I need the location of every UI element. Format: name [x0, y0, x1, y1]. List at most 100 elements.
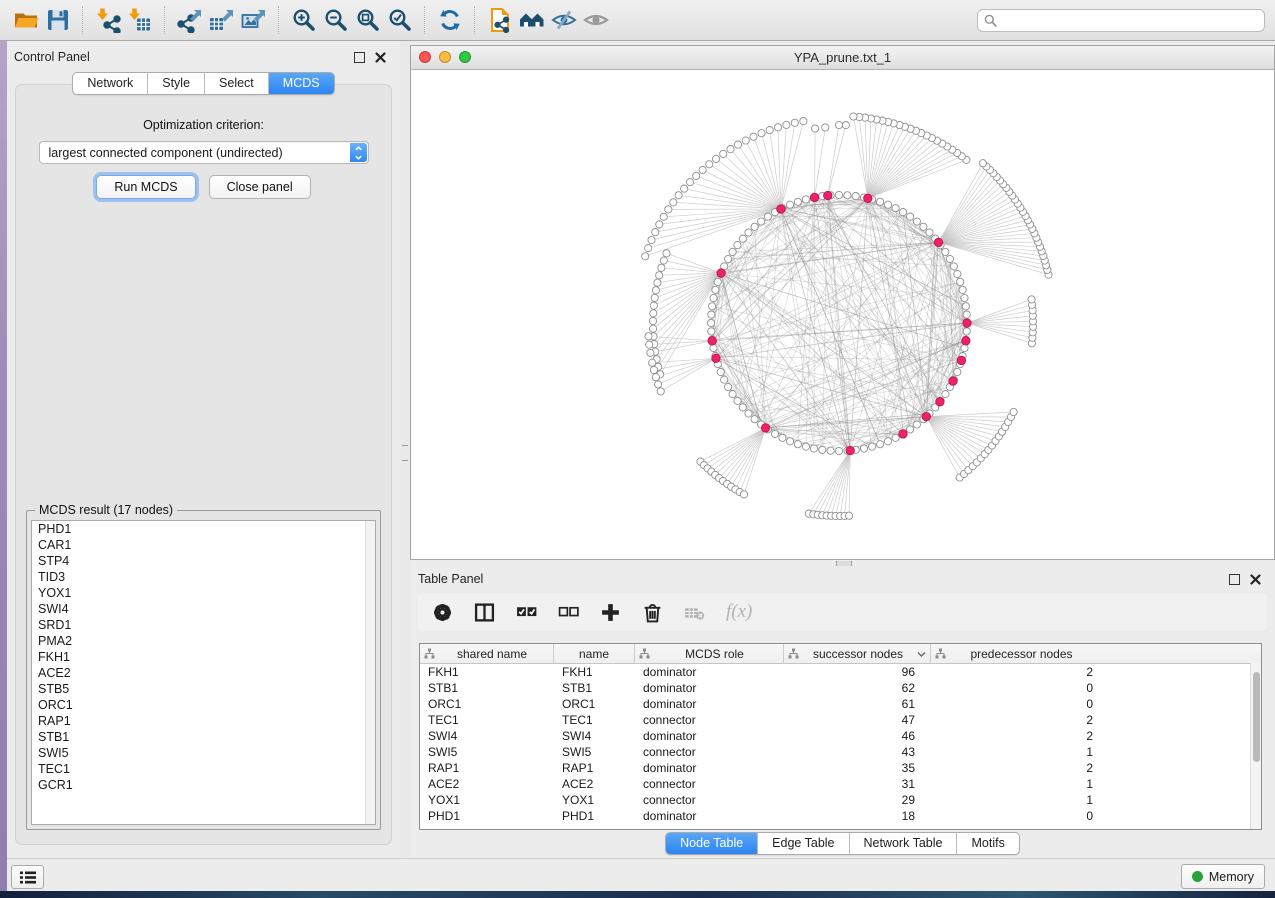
network-canvas-svg[interactable] [411, 70, 1274, 559]
vertical-splitter[interactable] [400, 41, 410, 858]
add-button[interactable] [600, 599, 621, 625]
table-cell[interactable]: YOX1 [554, 792, 635, 808]
table-row[interactable]: RAP1RAP1dominator352 [420, 760, 1261, 776]
table-cell[interactable]: ORC1 [420, 696, 554, 712]
delete-button[interactable] [642, 599, 663, 625]
split-view-button[interactable] [474, 599, 495, 625]
column-header-shared-name[interactable]: shared name [420, 644, 554, 663]
table-cell[interactable]: ACE2 [554, 776, 635, 792]
table-cell[interactable]: dominator [635, 664, 784, 680]
mcds-result-item[interactable]: FKH1 [32, 649, 375, 665]
table-cell[interactable]: 2 [931, 760, 1101, 776]
table-cell[interactable]: connector [635, 792, 784, 808]
table-cell[interactable]: 61 [784, 696, 931, 712]
export-image-button[interactable] [238, 4, 270, 36]
tab-motifs[interactable]: Motifs [956, 833, 1018, 854]
refresh-view-button[interactable] [434, 4, 466, 36]
table-cell[interactable]: 1 [931, 776, 1101, 792]
table-cell[interactable]: 2 [931, 712, 1101, 728]
table-cell[interactable]: STB1 [554, 680, 635, 696]
zoom-selected-button[interactable] [384, 4, 416, 36]
mcds-result-item[interactable]: PHD1 [32, 521, 375, 537]
run-mcds-button[interactable]: Run MCDS [96, 175, 195, 199]
table-cell[interactable]: 31 [784, 776, 931, 792]
float-panel-icon[interactable] [354, 52, 365, 63]
table-cell[interactable]: dominator [635, 728, 784, 744]
table-cell[interactable]: PHD1 [420, 808, 554, 824]
optimization-criterion-select[interactable]: largest connected component (undirected) [39, 141, 369, 164]
mcds-result-item[interactable]: STP4 [32, 553, 375, 569]
table-scrollbar-thumb[interactable] [1253, 672, 1260, 762]
export-table-button[interactable] [206, 4, 238, 36]
mcds-result-item[interactable]: YOX1 [32, 585, 375, 601]
mcds-result-item[interactable]: RAP1 [32, 713, 375, 729]
tab-mcds[interactable]: MCDS [268, 73, 334, 94]
table-scrollbar[interactable] [1250, 663, 1261, 829]
table-cell[interactable]: dominator [635, 696, 784, 712]
tab-style[interactable]: Style [147, 73, 204, 94]
import-network-button[interactable] [92, 4, 124, 36]
table-cell[interactable]: 2 [931, 664, 1101, 680]
float-panel-icon[interactable] [1229, 574, 1240, 585]
table-cell[interactable]: FKH1 [420, 664, 554, 680]
select-all-button[interactable] [516, 599, 537, 625]
table-row[interactable]: ORC1ORC1dominator610 [420, 696, 1261, 712]
import-table-button[interactable] [124, 4, 156, 36]
table-cell[interactable]: 62 [784, 680, 931, 696]
column-header-predecessor-nodes[interactable]: predecessor nodes [931, 644, 1101, 663]
table-cell[interactable]: connector [635, 744, 784, 760]
window-close-button[interactable] [419, 51, 431, 63]
table-cell[interactable]: 1 [931, 792, 1101, 808]
table-cell[interactable]: PHD1 [554, 808, 635, 824]
window-zoom-button[interactable] [459, 51, 471, 63]
mcds-result-item[interactable]: ACE2 [32, 665, 375, 681]
table-cell[interactable]: 96 [784, 664, 931, 680]
save-session-button[interactable] [42, 4, 74, 36]
table-cell[interactable]: dominator [635, 760, 784, 776]
table-cell[interactable]: SWI5 [554, 744, 635, 760]
table-cell[interactable]: dominator [635, 680, 784, 696]
open-session-button[interactable] [10, 4, 42, 36]
mcds-result-item[interactable]: PMA2 [32, 633, 375, 649]
tab-node-table[interactable]: Node Table [666, 833, 757, 854]
mcds-result-item[interactable]: SWI4 [32, 601, 375, 617]
tab-select[interactable]: Select [204, 73, 268, 94]
mcds-result-item[interactable]: CAR1 [32, 537, 375, 553]
zoom-fit-button[interactable] [352, 4, 384, 36]
table-cell[interactable]: 43 [784, 744, 931, 760]
table-cell[interactable]: 0 [931, 680, 1101, 696]
deselect-all-button[interactable] [558, 599, 579, 625]
search-input[interactable] [997, 10, 1264, 30]
table-row[interactable]: SWI4SWI4dominator462 [420, 728, 1261, 744]
table-cell[interactable]: SWI5 [420, 744, 554, 760]
mcds-result-item[interactable]: ORC1 [32, 697, 375, 713]
zoom-in-button[interactable] [288, 4, 320, 36]
table-cell[interactable]: ACE2 [420, 776, 554, 792]
export-network-button[interactable] [174, 4, 206, 36]
column-header-name[interactable]: name [554, 644, 635, 663]
eye-slash-button[interactable] [548, 4, 580, 36]
close-panel-icon[interactable] [1250, 574, 1261, 585]
table-cell[interactable]: 18 [784, 808, 931, 824]
horizontal-splitter[interactable] [410, 560, 1275, 567]
table-row[interactable]: PHD1PHD1dominator180 [420, 808, 1261, 824]
table-cell[interactable]: 46 [784, 728, 931, 744]
table-cell[interactable]: YOX1 [420, 792, 554, 808]
mcds-result-item[interactable]: GCR1 [32, 777, 375, 793]
table-cell[interactable]: connector [635, 712, 784, 728]
show-panel-list-button[interactable] [11, 865, 44, 889]
mcds-result-item[interactable]: TEC1 [32, 761, 375, 777]
mcds-list-scrollbar[interactable] [365, 521, 375, 824]
zoom-out-button[interactable] [320, 4, 352, 36]
table-cell[interactable]: RAP1 [554, 760, 635, 776]
houses-button[interactable] [516, 4, 548, 36]
mcds-result-item[interactable]: TID3 [32, 569, 375, 585]
table-cell[interactable]: dominator [635, 808, 784, 824]
table-cell[interactable]: 0 [931, 696, 1101, 712]
table-row[interactable]: FKH1FKH1dominator962 [420, 664, 1261, 680]
table-cell[interactable]: 47 [784, 712, 931, 728]
table-cell[interactable]: STB1 [420, 680, 554, 696]
table-cell[interactable]: 2 [931, 728, 1101, 744]
eye-button[interactable] [580, 4, 612, 36]
table-row[interactable]: SWI5SWI5connector431 [420, 744, 1261, 760]
